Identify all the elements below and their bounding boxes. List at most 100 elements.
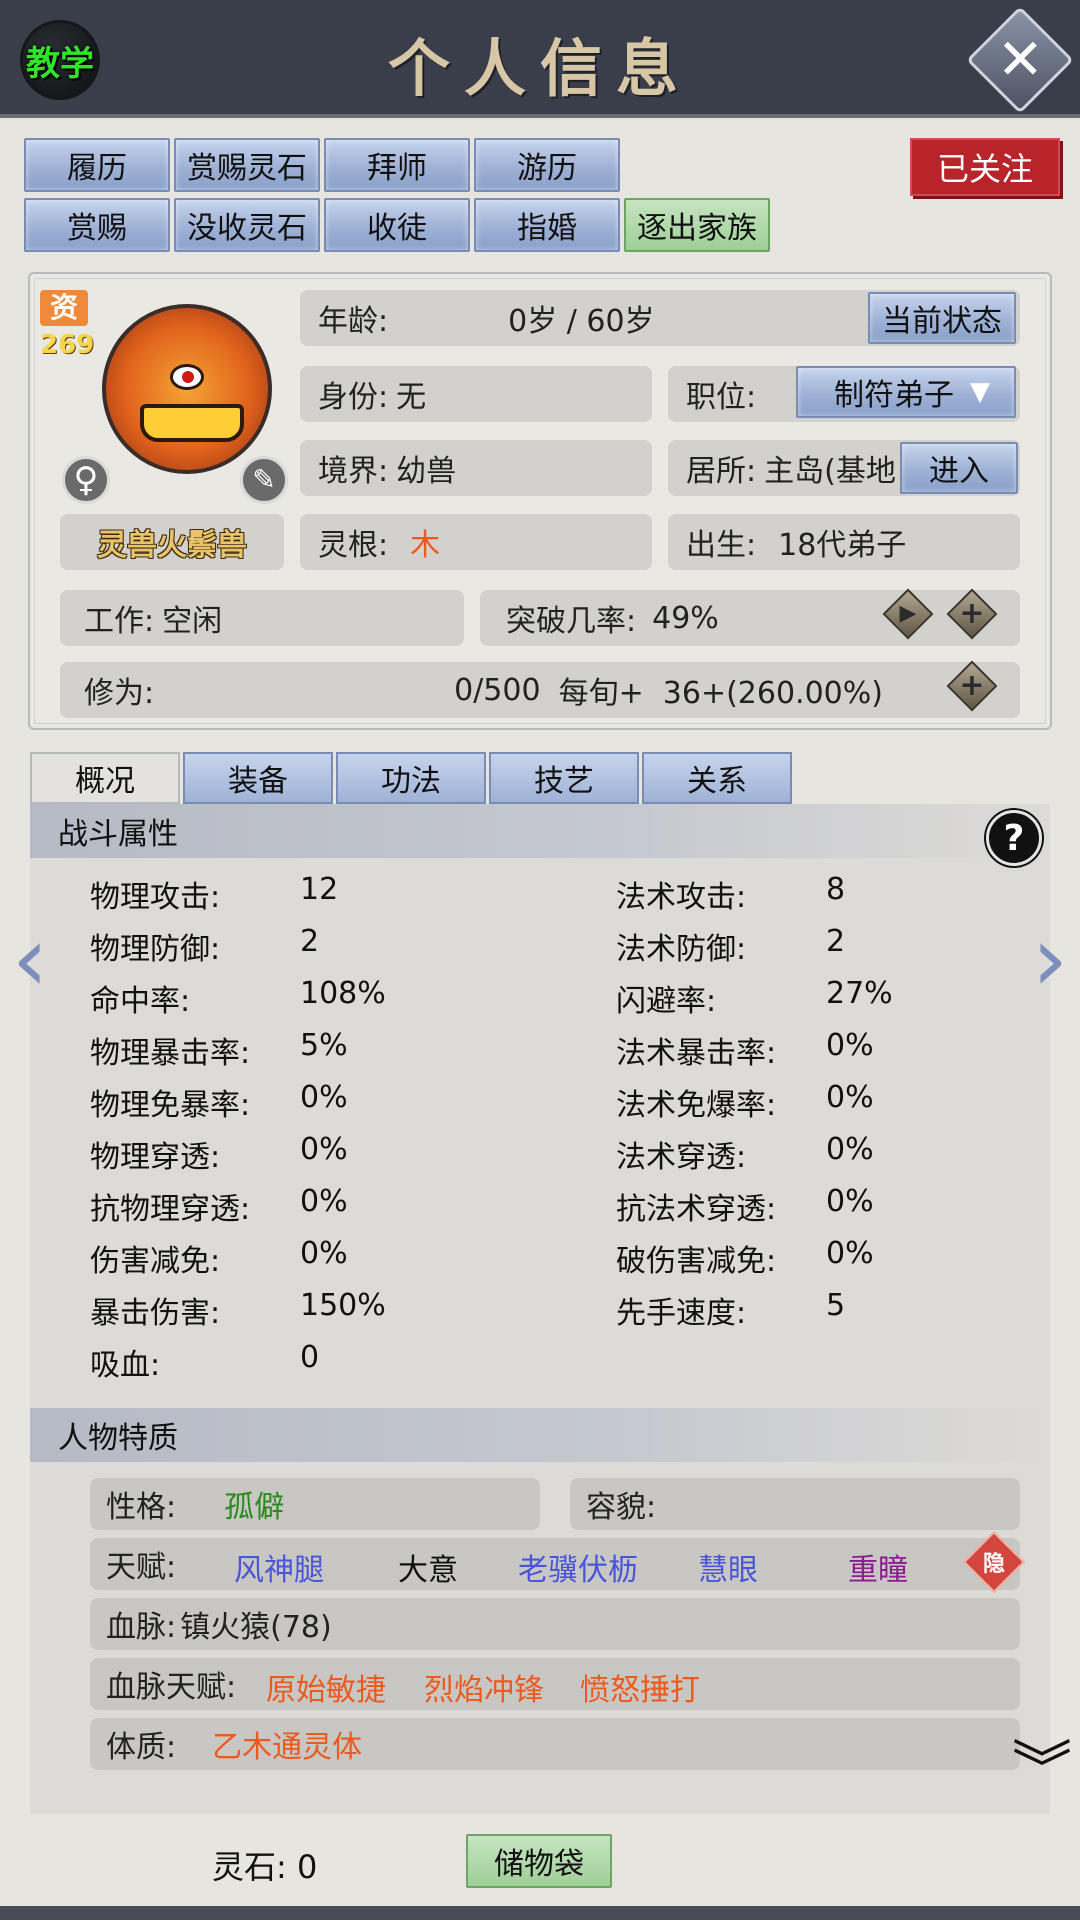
tab-equipment[interactable]: 装备 [183,752,333,804]
age-value: 0岁 / 60岁 [508,304,655,339]
stat-value: 0% [300,1132,348,1167]
breakthrough-plus-button[interactable]: + [946,588,998,640]
stat-label: 闪避率: [616,984,717,1019]
position-value: 制符弟子 [834,378,954,413]
stat-value: 2 [300,924,320,959]
status-button[interactable]: 当前状态 [868,292,1016,344]
hidden-badge-label: 隐 [982,1551,1006,1577]
scroll-down-icon[interactable]: ︾ [1012,1740,1072,1800]
aptitude-label: 资 [40,290,88,327]
stat-label: 法术暴击率: [616,1036,777,1071]
plus-icon: + [959,668,985,703]
stat-value: 0 [300,1340,320,1375]
stat-value: 12 [300,872,339,907]
talent-item[interactable]: 大意 [398,1545,458,1589]
stat-label: 法术免爆率: [616,1088,777,1123]
arrange-marriage-button[interactable]: 指婚 [474,198,620,252]
avatar-mouth [140,404,244,442]
stat-label: 物理穿透: [90,1140,221,1175]
apprentice-master-button[interactable]: 拜师 [324,138,470,192]
stat-label: 命中率: [90,984,191,1019]
reward-button[interactable]: 赏赐 [24,198,170,252]
stat-value: 108% [300,976,386,1011]
expel-button[interactable]: 逐出家族 [624,198,770,252]
birth-value: 18代弟子 [778,528,907,563]
bloodline-talent-item[interactable]: 烈焰冲锋 [424,1665,544,1709]
take-disciple-button[interactable]: 收徒 [324,198,470,252]
spirit-root-field: 灵根: 木 [300,514,652,570]
storage-bag-button[interactable]: 储物袋 [466,1834,612,1888]
avatar-eye [170,364,204,390]
stat-label: 物理暴击率: [90,1036,251,1071]
stat-value: 0% [826,1080,874,1115]
realm-field: 境界: 幼兽 [300,440,652,496]
spirit-root-value: 木 [410,528,441,563]
follow-button[interactable]: 已关注 [910,138,1060,196]
stat-value: 5% [300,1028,348,1063]
identity-label: 身份: [318,380,389,415]
physique-value: 乙木通灵体 [212,1730,363,1765]
bloodline-value: 镇火猿(78) [180,1610,332,1645]
tab-overview[interactable]: 概况 [30,752,180,804]
bottom-bar [0,1906,1080,1920]
character-name: 灵兽火鬃兽 [60,514,284,570]
stat-label: 物理攻击: [90,880,221,915]
travel-button[interactable]: 游历 [474,138,620,192]
tab-skills[interactable]: 技艺 [489,752,639,804]
stat-value: 150% [300,1288,386,1323]
stat-label: 破伤害减免: [616,1244,777,1279]
tab-relations[interactable]: 关系 [642,752,792,804]
looks-row: 容貌: [570,1478,1020,1530]
realm-value: 幼兽 [396,454,457,489]
cultivation-value: 0/500 [454,672,541,708]
stat-label: 法术穿透: [616,1140,747,1175]
cultivation-field: 修为: 0/500 每旬+ 36+(260.00%) [60,662,1020,718]
history-button[interactable]: 履历 [24,138,170,192]
physique-label: 体质: [106,1730,177,1765]
talent-item[interactable]: 重瞳 [848,1545,908,1589]
close-icon: ✕ [996,26,1044,92]
confiscate-stone-button[interactable]: 没收灵石 [174,198,320,252]
traits-section-title: 人物特质 [30,1408,1050,1462]
breakthrough-field: 突破几率: 49% [480,590,1020,646]
enter-residence-button[interactable]: 进入 [900,442,1018,494]
combat-section-title: 战斗属性 [30,804,1050,858]
dropdown-arrow-icon: ▼ [970,377,990,407]
bloodline-talent-item[interactable]: 原始敏捷 [266,1665,386,1709]
stat-label: 法术攻击: [616,880,747,915]
tab-techniques[interactable]: 功法 [336,752,486,804]
aptitude-badge: 资 269 [40,290,94,380]
stat-value: 0% [826,1236,874,1271]
realm-label: 境界: [318,454,389,489]
stat-label: 抗物理穿透: [90,1192,251,1227]
reward-stone-button[interactable]: 赏赐灵石 [174,138,320,192]
prev-character-arrow[interactable]: ‹ [8,915,52,1005]
stat-value: 0% [300,1184,348,1219]
bloodline-label: 血脉: [106,1610,177,1645]
stat-value: 0% [826,1184,874,1219]
stat-label: 吸血: [90,1348,161,1383]
edit-icon[interactable]: ✎ [240,456,288,504]
position-label: 职位: [686,380,757,415]
bloodline-talent-item[interactable]: 愤怒捶打 [580,1665,700,1709]
stat-value: 5 [826,1288,846,1323]
talent-label: 天赋: [106,1550,177,1585]
talent-item[interactable]: 风神腿 [234,1545,324,1589]
stat-value: 27% [826,976,893,1011]
cultivation-plus-button[interactable]: + [946,660,998,712]
talent-item[interactable]: 慧眼 [698,1545,758,1589]
play-button[interactable]: ▶ [882,588,934,640]
position-dropdown[interactable]: 制符弟子 ▼ [796,366,1016,418]
stat-value: 8 [826,872,846,907]
breakthrough-value: 49% [652,600,719,636]
next-character-arrow[interactable]: › [1028,915,1072,1005]
age-label: 年龄: [318,304,389,339]
play-icon: ▶ [899,601,917,626]
talent-item[interactable]: 老骥伏枥 [518,1545,638,1589]
stat-value: 0% [826,1028,874,1063]
stat-value: 0% [300,1236,348,1271]
help-button[interactable]: ? [986,810,1042,866]
aptitude-value: 269 [40,330,95,361]
identity-field: 身份: 无 [300,366,652,422]
work-value: 空闲 [162,604,223,639]
